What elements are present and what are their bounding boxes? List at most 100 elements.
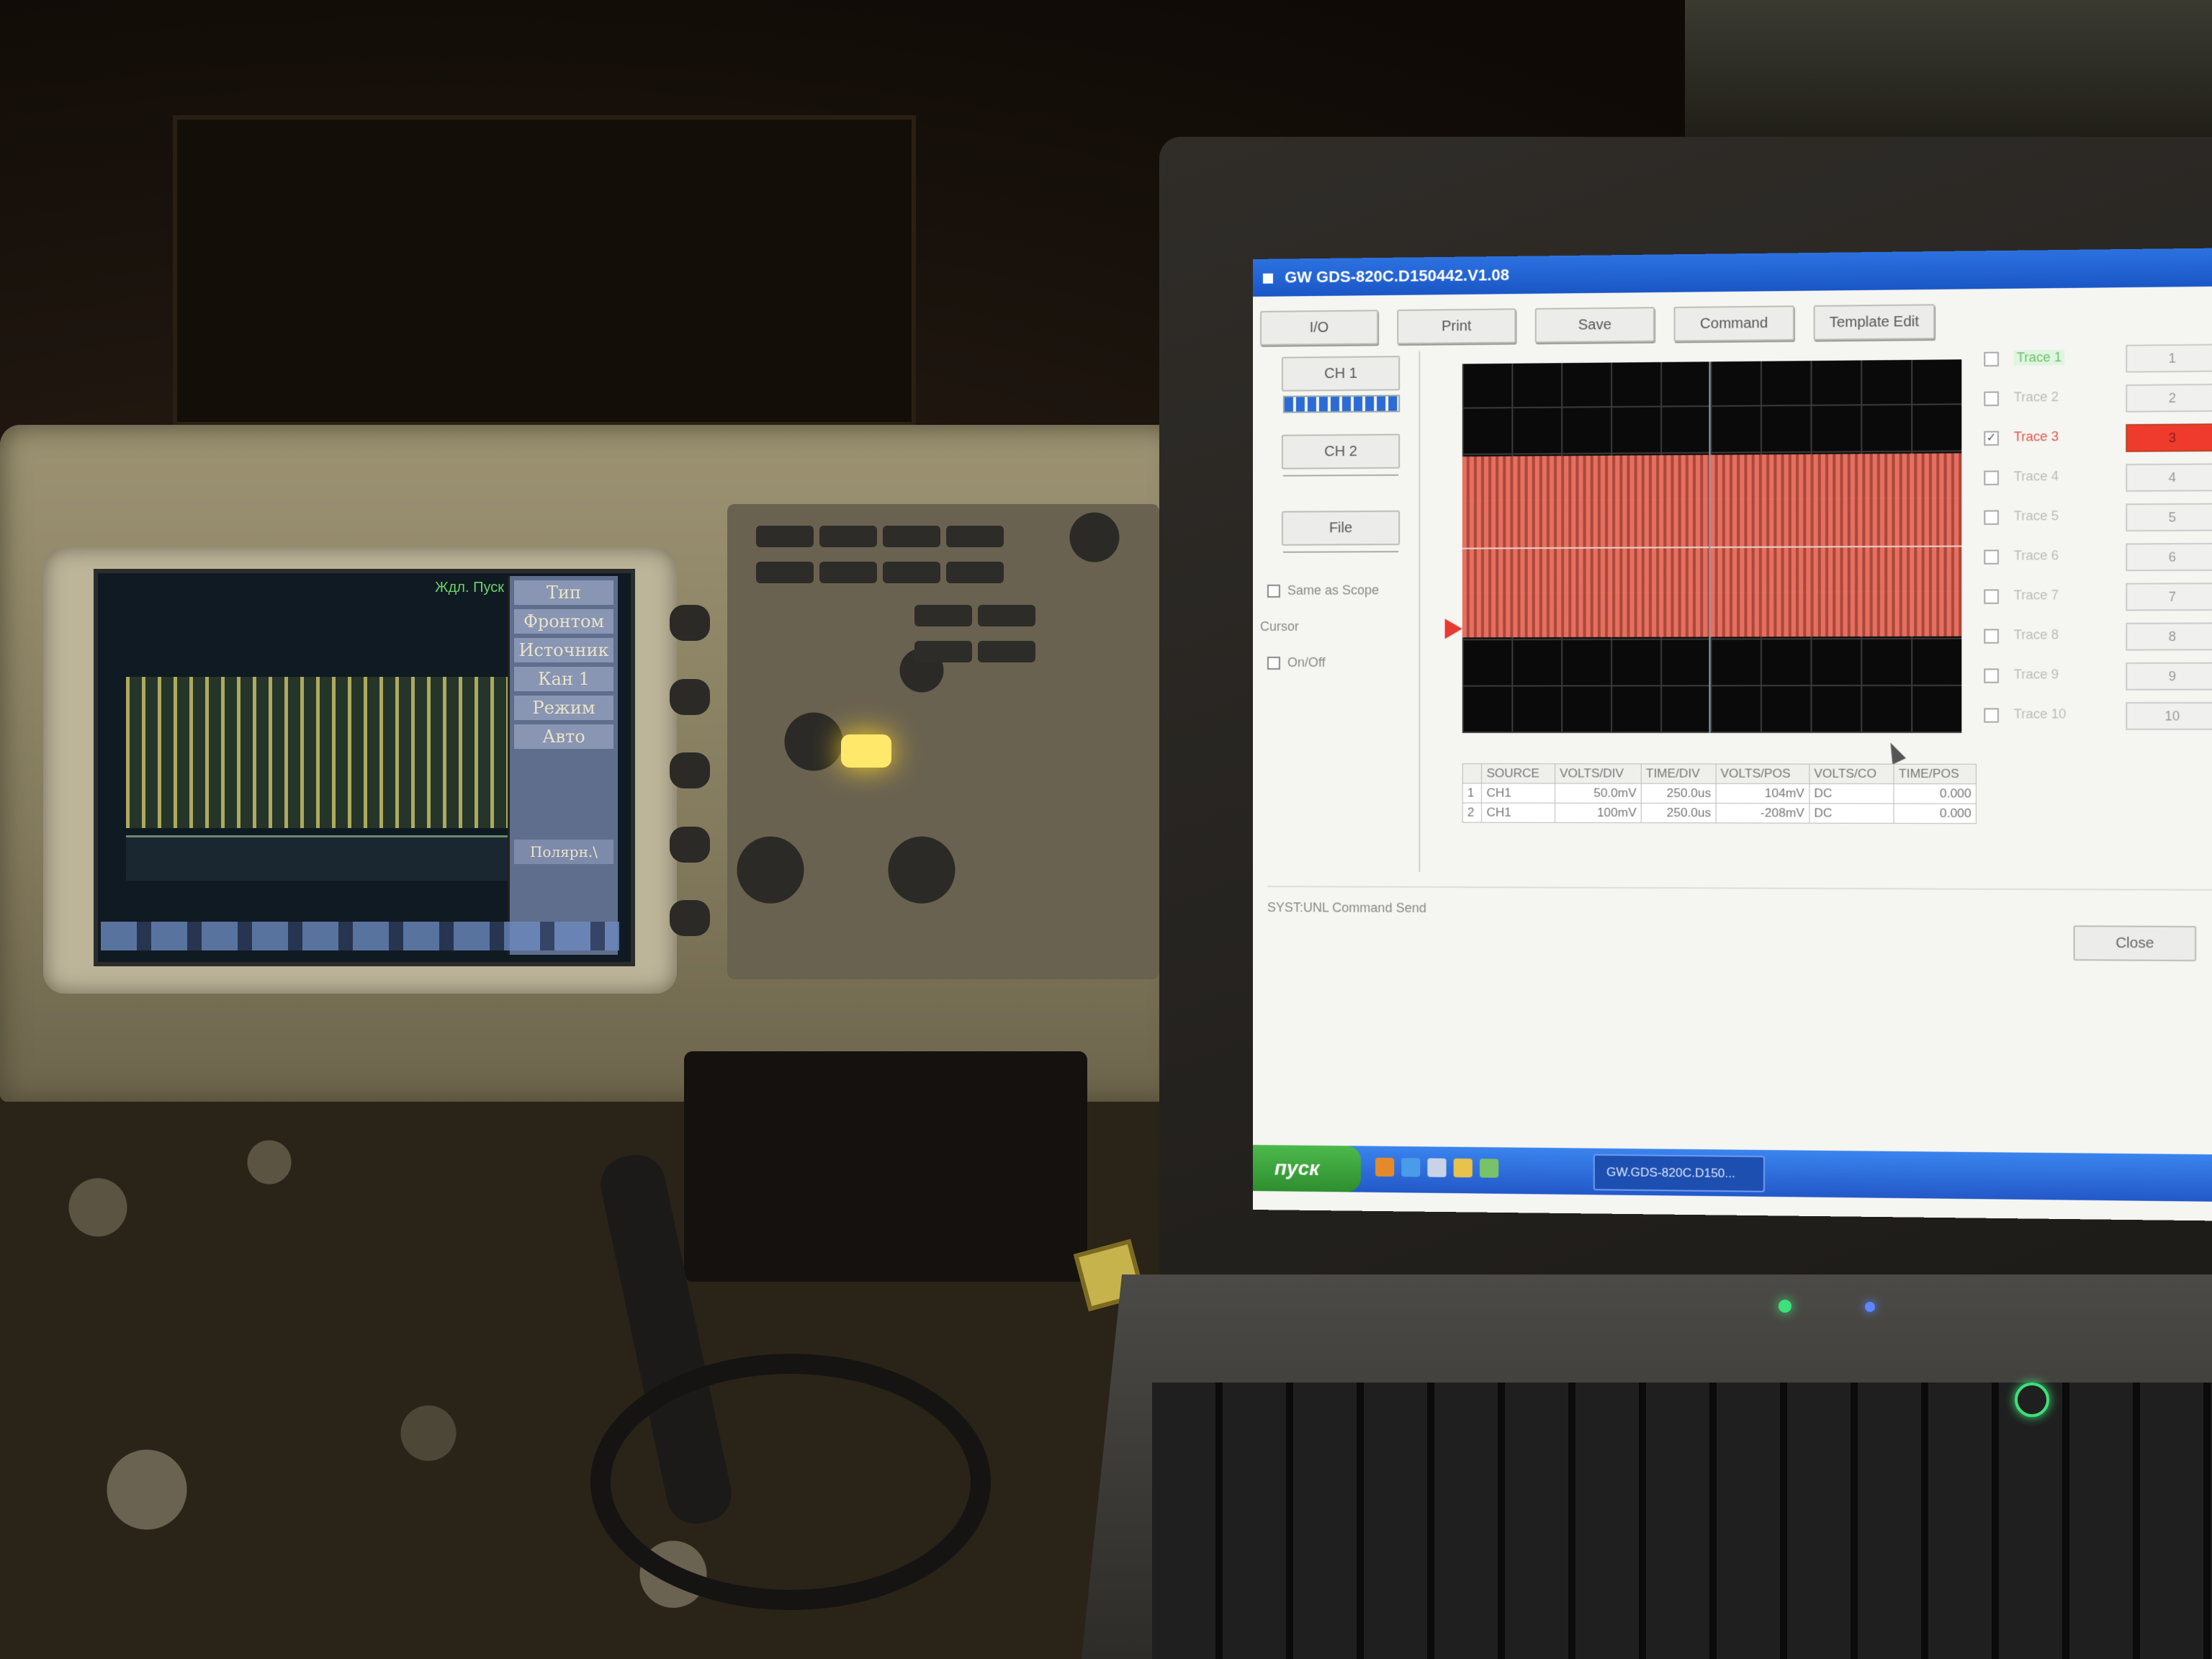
power-indicator-led bbox=[1779, 1300, 1791, 1313]
email-icon[interactable] bbox=[1401, 1158, 1421, 1177]
file-button[interactable]: File bbox=[1281, 510, 1401, 546]
scope-menu-mode: Режим bbox=[514, 696, 613, 720]
table-cell: 250.0us bbox=[1641, 783, 1716, 804]
ch2-button[interactable]: CH 2 bbox=[1281, 433, 1401, 469]
table-header: TIME/POS bbox=[1894, 764, 1977, 784]
table-header: TIME/DIV bbox=[1641, 763, 1716, 784]
trace-slot-button[interactable]: 8 bbox=[2126, 622, 2212, 651]
trace-row[interactable]: Trace 7 7 bbox=[1984, 583, 2212, 613]
trace-slot-button[interactable]: 2 bbox=[2126, 383, 2212, 413]
desktop-icon[interactable] bbox=[1427, 1158, 1447, 1177]
oscilloscope-control-panel bbox=[727, 504, 1159, 979]
app-shortcut-icon[interactable] bbox=[1479, 1159, 1499, 1178]
table-header: VOLTS/POS bbox=[1715, 763, 1809, 784]
trigger-level-marker bbox=[1444, 619, 1462, 639]
save-button[interactable]: Save bbox=[1534, 307, 1655, 343]
checkbox-box[interactable] bbox=[1267, 657, 1280, 670]
trace-slot-button[interactable]: 7 bbox=[2126, 583, 2212, 611]
table-cell: DC bbox=[1809, 803, 1894, 824]
trace-row[interactable]: Trace 10 10 bbox=[1984, 701, 2212, 732]
trace-checkbox[interactable] bbox=[1984, 629, 1999, 644]
softkey-4 bbox=[670, 826, 710, 863]
trace-slot-button[interactable]: 1 bbox=[2126, 343, 2212, 373]
run-stop-led bbox=[841, 734, 891, 768]
window-title: GW GDS-820C.D150442.V1.08 bbox=[1285, 265, 1510, 287]
folder-icon[interactable] bbox=[1453, 1158, 1473, 1178]
cursor-group-label: Cursor bbox=[1259, 619, 1299, 634]
table-header bbox=[1462, 763, 1482, 783]
trace-checkbox[interactable] bbox=[1984, 549, 1999, 565]
scope-menu-polarity: Полярн.\ bbox=[514, 840, 613, 864]
io-button[interactable]: I/O bbox=[1259, 310, 1379, 346]
trace-checkbox[interactable] bbox=[1984, 668, 1999, 683]
cursor-onoff-checkbox[interactable]: On/Off bbox=[1267, 655, 1326, 670]
trace-row[interactable]: Trace 6 6 bbox=[1984, 542, 2212, 573]
trace-row[interactable]: Trace 1 1 bbox=[1984, 343, 2212, 375]
trace-checkbox[interactable] bbox=[1984, 708, 1999, 723]
template-edit-button[interactable]: Template Edit bbox=[1813, 304, 1936, 341]
power-button bbox=[2015, 1382, 2049, 1417]
waveform-display[interactable] bbox=[1462, 359, 1962, 733]
table-header: SOURCE bbox=[1481, 763, 1555, 783]
trace-row[interactable]: Trace 2 2 bbox=[1984, 383, 2212, 415]
trace-slot-button[interactable]: 3 bbox=[2126, 423, 2212, 452]
trace-checkbox[interactable] bbox=[1984, 510, 1999, 525]
oscilloscope-trigger-menu: Тип Фронтом Источник Кан 1 Режим Авто По… bbox=[508, 576, 618, 955]
trace-label: Trace 4 bbox=[2013, 468, 2059, 484]
trace-row[interactable]: ✓ Trace 3 3 bbox=[1984, 423, 2212, 454]
table-cell: CH1 bbox=[1481, 803, 1555, 823]
quick-launch-bar bbox=[1375, 1157, 1499, 1178]
trace-slot-button[interactable]: 5 bbox=[2126, 503, 2212, 532]
channel-settings-table: SOURCE VOLTS/DIV TIME/DIV VOLTS/POS VOLT… bbox=[1462, 763, 1977, 824]
close-button[interactable]: Close bbox=[2073, 925, 2197, 962]
oscilloscope-trigger-status: Ждл. Пуск bbox=[435, 580, 504, 595]
taskbar-item-gds-app[interactable]: GW.GDS-820C.D150... bbox=[1593, 1154, 1766, 1192]
waveform-center-axis bbox=[1709, 361, 1711, 733]
probe-adapter-box bbox=[684, 1051, 1087, 1282]
ch2-progress-track bbox=[1282, 474, 1399, 477]
checkbox-box[interactable] bbox=[1267, 585, 1280, 598]
laptop-keyboard bbox=[1152, 1382, 2212, 1659]
trace-label: Trace 10 bbox=[2013, 706, 2067, 721]
trace-row[interactable]: Trace 5 5 bbox=[1984, 503, 2212, 534]
trace-checkbox[interactable] bbox=[1984, 589, 1999, 604]
trace-slot-button[interactable]: 9 bbox=[2126, 662, 2212, 691]
laptop-screen: GW GDS-820C.D150442.V1.08 I/O Print Save… bbox=[1253, 248, 2212, 1221]
trace-row[interactable]: Trace 8 8 bbox=[1984, 622, 2212, 652]
trace-checkbox[interactable] bbox=[1984, 351, 1999, 367]
table-cell: 50.0mV bbox=[1555, 783, 1642, 804]
trace-label: Trace 2 bbox=[2013, 389, 2059, 405]
oscilloscope-ch2-trace bbox=[126, 835, 515, 881]
trace-checkbox[interactable]: ✓ bbox=[1984, 431, 1999, 446]
trace-row[interactable]: Trace 4 4 bbox=[1984, 463, 2212, 494]
trace-checkbox[interactable] bbox=[1984, 391, 1999, 407]
trace-row[interactable]: Trace 9 9 bbox=[1984, 662, 2212, 692]
ch1-transfer-progress bbox=[1282, 395, 1401, 413]
wireless-indicator-led bbox=[1865, 1302, 1875, 1312]
left-panel-divider bbox=[1419, 351, 1421, 872]
table-cell: 2 bbox=[1462, 802, 1482, 823]
trace-checkbox[interactable] bbox=[1984, 470, 1999, 485]
same-as-scope-checkbox[interactable]: Same as Scope bbox=[1267, 583, 1379, 598]
start-button[interactable]: пуск bbox=[1253, 1145, 1362, 1192]
table-cell: -208mV bbox=[1715, 803, 1809, 824]
softkey-2 bbox=[670, 678, 710, 715]
trace-slot-button[interactable]: 10 bbox=[2126, 701, 2212, 730]
scope-menu-type: Тип bbox=[514, 580, 613, 605]
scope-menu-auto: Авто bbox=[514, 724, 613, 749]
ch1-button[interactable]: CH 1 bbox=[1281, 356, 1401, 392]
command-button[interactable]: Command bbox=[1673, 305, 1794, 342]
table-row[interactable]: 2 CH1 100mV 250.0us -208mV DC 0.000 bbox=[1462, 802, 1977, 824]
trace-slot-button[interactable]: 4 bbox=[2126, 463, 2212, 493]
window-glow bbox=[1685, 0, 2212, 158]
trace-slot-button[interactable]: 6 bbox=[2126, 542, 2212, 572]
table-row[interactable]: 1 CH1 50.0mV 250.0us 104mV DC 0.000 bbox=[1462, 783, 1977, 804]
softkey-3 bbox=[670, 752, 710, 788]
trace-selector-panel: Trace 1 1 Trace 2 2 ✓ Trace 3 3 Trace 4 4 Trace 5… bbox=[1984, 343, 2212, 889]
mouse-pointer-icon bbox=[1884, 739, 1906, 765]
browser-icon[interactable] bbox=[1375, 1157, 1395, 1177]
softkey-5 bbox=[670, 900, 710, 936]
control-button-row bbox=[756, 562, 1004, 583]
print-button[interactable]: Print bbox=[1397, 308, 1516, 345]
trace-label: Trace 5 bbox=[2013, 508, 2059, 523]
